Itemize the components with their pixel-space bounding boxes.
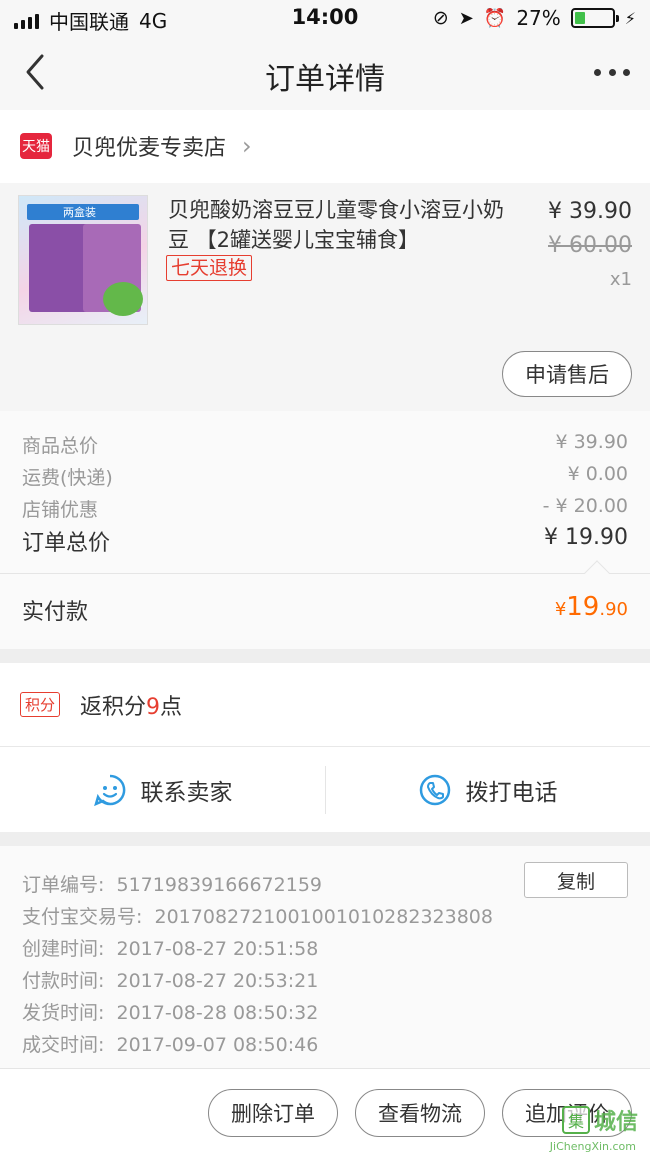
watermark-text: 城信: [593, 1110, 638, 1135]
paid-amount: ¥19.90: [555, 592, 628, 622]
order-number: 51719839166672159: [116, 874, 323, 896]
summary-row: 商品总价 ¥ 39.90: [22, 431, 628, 458]
info-label: 创建时间:: [22, 938, 105, 960]
original-price: ¥ 60.00: [548, 233, 632, 258]
section-divider: [0, 832, 650, 846]
section-divider: [0, 649, 650, 663]
paid-row: 实付款 ¥19.90: [0, 560, 650, 649]
paid-decimal: .90: [599, 599, 628, 620]
paid-label: 实付款: [22, 600, 89, 625]
more-dots-icon: [594, 68, 601, 76]
product-card[interactable]: 两盒装 贝兜酸奶溶豆豆儿童零食小溶豆小奶豆 【2罐送婴儿宝宝辅食】 七天退换 ¥…: [0, 183, 650, 411]
points-row: 积分 返积分9点: [0, 663, 650, 747]
paid-time-row: 付款时间: 2017-08-27 20:53:21: [22, 966, 318, 993]
product-price: ¥ 39.90: [548, 199, 632, 224]
copy-button[interactable]: 复制: [524, 862, 628, 898]
summary-label: 商品总价: [22, 435, 99, 457]
product-thumbnail[interactable]: 两盒装: [18, 195, 148, 325]
paid-integer: 19: [566, 592, 600, 622]
info-label: 成交时间:: [22, 1034, 105, 1056]
summary-label: 店铺优惠: [22, 499, 99, 521]
summary-label: 运费(快递): [22, 467, 113, 489]
paid-currency: ¥: [554, 599, 567, 620]
points-prefix: 返积分: [80, 694, 147, 720]
thumbnail-label: 两盒装: [63, 206, 96, 219]
order-number-row: 订单编号: 51719839166672159: [22, 870, 322, 897]
alipay-trade-number: 2017082721001001010282323808: [154, 906, 493, 928]
product-title: 贝兜酸奶溶豆豆儿童零食小溶豆小奶豆 【2罐送婴儿宝宝辅食】: [168, 198, 504, 252]
order-total-row: 订单总价 ¥ 19.90: [22, 525, 628, 557]
contact-seller-label: 联系卖家: [140, 780, 233, 806]
status-bar: 中国联通 4G 14:00 ⊘ ➤ ⏰ 27% ⚡: [0, 0, 650, 36]
contact-seller-button[interactable]: 联系卖家: [0, 748, 325, 832]
summary-value: ¥ 39.90: [555, 431, 628, 453]
watermark-logo: 集: [561, 1106, 590, 1134]
call-phone-label: 拨打电话: [465, 780, 558, 806]
points-text: 返积分9点: [80, 689, 182, 721]
phone-icon: [419, 774, 450, 806]
return-tag: 七天退换: [166, 255, 253, 281]
points-number: 9: [146, 694, 161, 720]
alipay-trade-row: 支付宝交易号: 2017082721001001010282323808: [22, 902, 493, 929]
paid-time: 2017-08-27 20:53:21: [116, 970, 319, 992]
completed-time-row: 成交时间: 2017-09-07 08:50:46: [22, 1030, 318, 1057]
nav-bar: 订单详情: [0, 36, 650, 110]
points-badge: 积分: [20, 692, 61, 717]
store-row[interactable]: 天猫 贝兜优麦专卖店 ›: [0, 110, 650, 182]
created-time: 2017-08-27 20:51:58: [116, 938, 319, 960]
contact-bar: 联系卖家 拨打电话: [0, 748, 650, 832]
more-button[interactable]: [594, 62, 630, 82]
product-quantity: x1: [609, 269, 632, 290]
charging-icon: ⚡: [624, 8, 636, 28]
delete-order-button[interactable]: 删除订单: [208, 1089, 338, 1137]
store-name: 贝兜优麦专卖店: [72, 136, 227, 161]
info-label: 发货时间:: [22, 1002, 105, 1024]
battery-icon: [570, 8, 619, 28]
info-label: 支付宝交易号:: [22, 906, 143, 928]
completed-time: 2017-09-07 08:50:46: [116, 1034, 319, 1056]
summary-row: 店铺优惠 - ¥ 20.00: [22, 495, 628, 522]
info-label: 付款时间:: [22, 970, 105, 992]
summary-row: 运费(快递) ¥ 0.00: [22, 463, 628, 490]
contact-divider: [325, 766, 326, 814]
shipped-time-row: 发货时间: 2017-08-28 08:50:32: [22, 998, 318, 1025]
tmall-badge: 天猫: [20, 133, 52, 159]
view-logistics-button[interactable]: 查看物流: [355, 1089, 485, 1137]
order-total-value: ¥ 19.90: [544, 525, 628, 550]
chat-face-icon: [93, 774, 125, 807]
battery-percent: 27%: [516, 6, 561, 30]
shipped-time: 2017-08-28 08:50:32: [116, 1002, 319, 1024]
watermark-url: JiChengXin.com: [549, 1140, 636, 1153]
order-info: 订单编号: 51719839166672159 复制 支付宝交易号: 20170…: [0, 846, 650, 1068]
summary-value: ¥ 0.00: [567, 463, 628, 485]
chevron-right-icon: ›: [242, 132, 252, 160]
page-title: 订单详情: [265, 62, 385, 97]
alarm-icon: ⏰: [483, 7, 507, 29]
location-icon: ➤: [458, 7, 474, 29]
watermark: 集 城信: [561, 1104, 638, 1136]
order-total-label: 订单总价: [22, 531, 111, 556]
summary-value: - ¥ 20.00: [542, 495, 628, 517]
points-suffix: 点: [160, 694, 183, 720]
orientation-lock-icon: ⊘: [432, 7, 449, 29]
call-phone-button[interactable]: 拨打电话: [325, 748, 650, 832]
after-sale-button[interactable]: 申请售后: [502, 351, 632, 397]
info-label: 订单编号:: [22, 874, 105, 896]
created-time-row: 创建时间: 2017-08-27 20:51:58: [22, 934, 318, 961]
price-summary: 商品总价 ¥ 39.90 运费(快递) ¥ 0.00 店铺优惠 - ¥ 20.0…: [0, 411, 650, 573]
